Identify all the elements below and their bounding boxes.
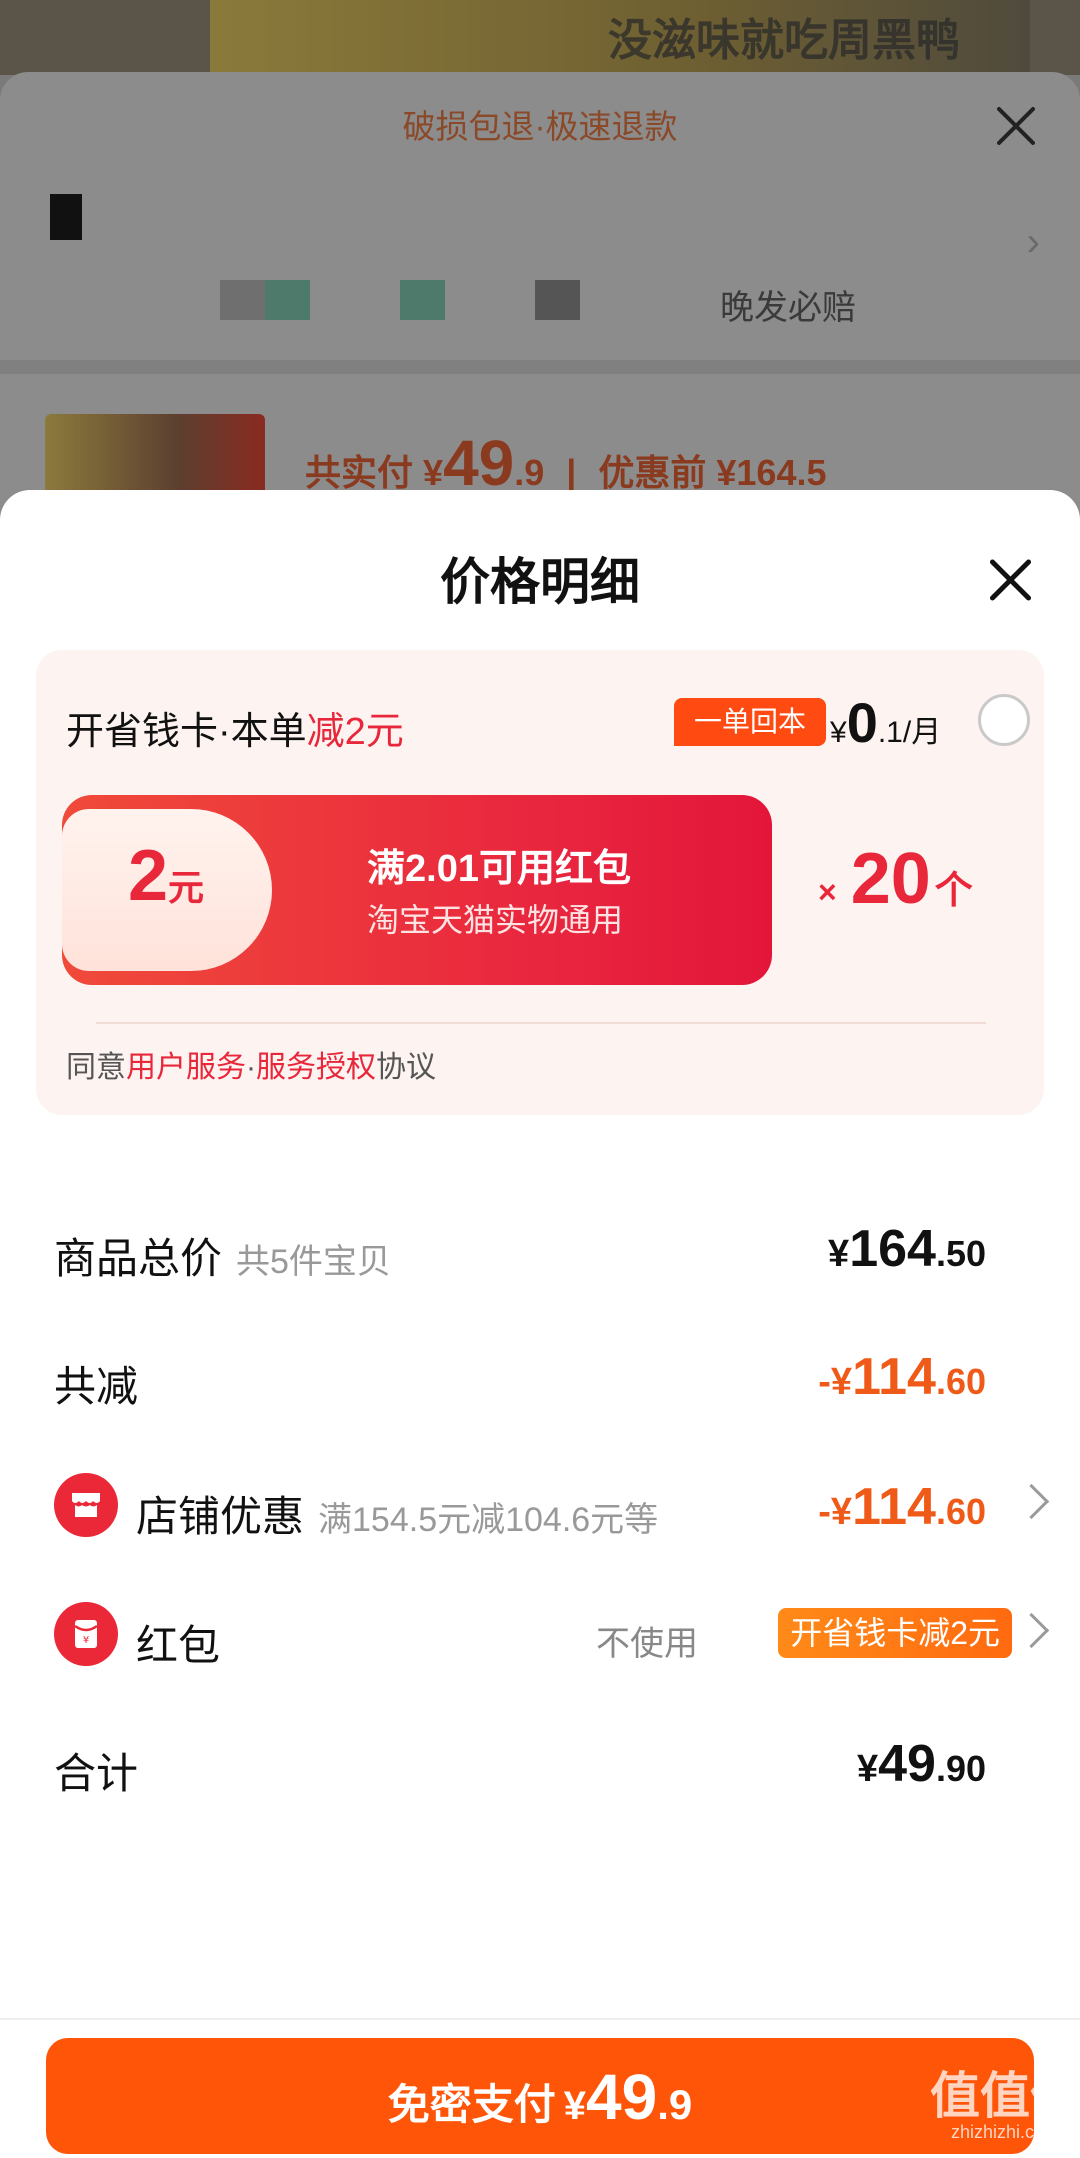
amount-integer: 164 — [849, 1220, 936, 1278]
card-monthly-price: ¥0.1/月 — [830, 690, 941, 755]
total-paid-label: 共实付 — [305, 452, 414, 493]
shop-icon — [54, 1473, 118, 1537]
before-discount: 优惠前 ¥164.5 — [598, 452, 827, 493]
shop-discount-rule: 满154.5元减104.6元等 — [318, 1501, 659, 1539]
amount-integer: 114 — [852, 1348, 936, 1406]
currency: -¥ — [818, 1491, 853, 1533]
shop-discount-label: 店铺优惠 满154.5元减104.6元等 — [136, 1483, 658, 1544]
goods-total-value: ¥164.50 — [828, 1219, 986, 1279]
background-header: 没滋味就吃周黑鸭 — [0, 0, 1080, 75]
sum-row: 合计 ¥49.90 — [54, 1730, 1044, 1800]
service-authorization-link[interactable]: 服务授权 — [256, 1051, 376, 1084]
price-integer: 0 — [846, 691, 878, 754]
shop-discount-value: -¥114.60 — [818, 1477, 986, 1537]
watermark-logo: 值值值 — [930, 2068, 1080, 2124]
savings-card[interactable]: 开省钱卡·本单减2元 一单回本 ¥0.1/月 2元 满2.01可用红包 淘宝天猫… — [36, 650, 1044, 1115]
goods-total-label: 商品总价 共5件宝贝 — [54, 1225, 391, 1286]
coupon-title: 满2.01可用红包 — [367, 848, 631, 890]
redacted-block — [400, 280, 445, 320]
amount-integer: 114 — [852, 1478, 936, 1536]
price-currency: ¥ — [830, 716, 847, 749]
total-discount-label: 共减 — [54, 1363, 139, 1410]
shop-discount-row[interactable]: 店铺优惠 满154.5元减104.6元等 -¥114.60 — [54, 1473, 1050, 1544]
promo-poster: 没滋味就吃周黑鸭 — [210, 0, 1030, 75]
watermark: 值值值 zhizhizhi.com — [930, 2070, 1080, 2143]
currency: ¥ — [856, 1748, 879, 1790]
currency: ¥ — [828, 1233, 850, 1275]
amount-decimal: .60 — [935, 1361, 986, 1402]
red-packet-coupon: 2元 满2.01可用红包 淘宝天猫实物通用 — [62, 795, 772, 985]
agree-prefix: 同意 — [66, 1051, 126, 1084]
item-count: 共5件宝贝 — [236, 1243, 391, 1281]
coupon-description: 淘宝天猫实物通用 — [367, 902, 624, 938]
total-paid-currency: ¥ — [423, 452, 444, 493]
pay-button-label: 免密支付 — [387, 2081, 556, 2128]
amount-decimal: .90 — [935, 1748, 986, 1789]
total-discount-value: -¥114.60 — [818, 1347, 986, 1407]
agree-separator: · — [246, 1051, 256, 1084]
watermark-url: zhizhizhi.com — [950, 2122, 1060, 2142]
shop-discount-title: 店铺优惠 — [136, 1493, 305, 1540]
goods-total-title: 商品总价 — [54, 1235, 223, 1282]
card-divider — [96, 1022, 986, 1024]
total-discount-row: 共减 -¥114.60 — [54, 1343, 1044, 1413]
agree-suffix: 协议 — [376, 1051, 436, 1084]
goods-total-row: 商品总价 共5件宝贝 ¥164.50 — [54, 1215, 1044, 1285]
poster-text: 没滋味就吃周黑鸭 — [608, 16, 960, 65]
pay-button-content: 免密支付 ¥49.9 — [46, 2060, 1034, 2134]
savings-card-title: 开省钱卡·本单 — [66, 711, 307, 753]
refund-banner: 破损包退·极速退款 — [402, 108, 678, 145]
redacted-block — [265, 280, 310, 320]
red-packet-status: 不使用 — [596, 1625, 698, 1663]
address-section[interactable]: 晚发必赔 › — [40, 180, 1040, 360]
payback-tag: 一单回本 — [674, 698, 827, 746]
savings-highlight: 减2元 — [306, 711, 404, 753]
close-icon[interactable] — [988, 558, 1032, 602]
amount-decimal: .50 — [935, 1233, 986, 1274]
price-detail-modal: 价格明细 开省钱卡·本单减2元 一单回本 ¥0.1/月 2元 满2.01可用红包… — [0, 490, 1080, 2158]
coupon-unit: 元 — [168, 867, 205, 908]
total-paid: 共实付 ¥49.9 | 优惠前 ¥164.5 — [305, 426, 827, 500]
savings-card-radio[interactable] — [978, 694, 1030, 746]
amount-integer: 49 — [878, 1735, 936, 1793]
bottom-divider — [0, 2018, 1080, 2020]
pay-currency: ¥ — [563, 2084, 587, 2128]
divider — [0, 360, 1080, 374]
coupon-value: 2 — [128, 836, 169, 916]
coupon-count: 20 — [850, 839, 931, 919]
price-rest: .1/月 — [877, 716, 942, 749]
separator: | — [566, 452, 577, 493]
pay-amount-integer: 49 — [586, 2061, 658, 2133]
redacted-block — [535, 280, 580, 320]
chevron-right-icon: › — [1026, 220, 1040, 264]
total-paid-amount: 49 — [443, 427, 515, 499]
svg-text:¥: ¥ — [83, 1635, 89, 1646]
amount-decimal: .60 — [935, 1491, 986, 1532]
coupon-count-unit: 个 — [934, 870, 973, 912]
modal-title: 价格明细 — [440, 554, 640, 610]
address-text: 晚发必赔 — [720, 289, 856, 327]
savings-card-badge[interactable]: 开省钱卡减2元 — [778, 1608, 1012, 1658]
chevron-right-icon[interactable] — [1013, 1612, 1050, 1649]
coupon-amount: 2元 — [128, 835, 204, 917]
redacted-block — [220, 280, 265, 320]
avatar — [50, 194, 82, 240]
coupon-multiplier: × 20 个 — [818, 838, 973, 920]
background-close-icon[interactable] — [994, 104, 1038, 148]
multiply-sign: × — [818, 874, 837, 910]
pay-amount-decimal: .9 — [657, 2081, 693, 2128]
user-service-link[interactable]: 用户服务 — [126, 1051, 246, 1084]
agreement-text: 同意用户服务·服务授权协议 — [66, 1042, 436, 1086]
sum-label: 合计 — [54, 1750, 139, 1797]
red-packet-icon: ¥ — [54, 1602, 118, 1666]
savings-card-heading: 开省钱卡·本单减2元 — [66, 700, 404, 755]
chevron-right-icon[interactable] — [1013, 1483, 1050, 1520]
pay-button[interactable]: 免密支付 ¥49.9 — [46, 2038, 1034, 2154]
total-paid-decimal: .9 — [514, 452, 545, 493]
sum-value: ¥49.90 — [857, 1734, 986, 1794]
currency: -¥ — [818, 1361, 853, 1403]
red-packet-label: 红包 — [136, 1622, 221, 1669]
red-packet-row[interactable]: ¥ 红包 不使用 开省钱卡减2元 — [54, 1602, 1050, 1672]
